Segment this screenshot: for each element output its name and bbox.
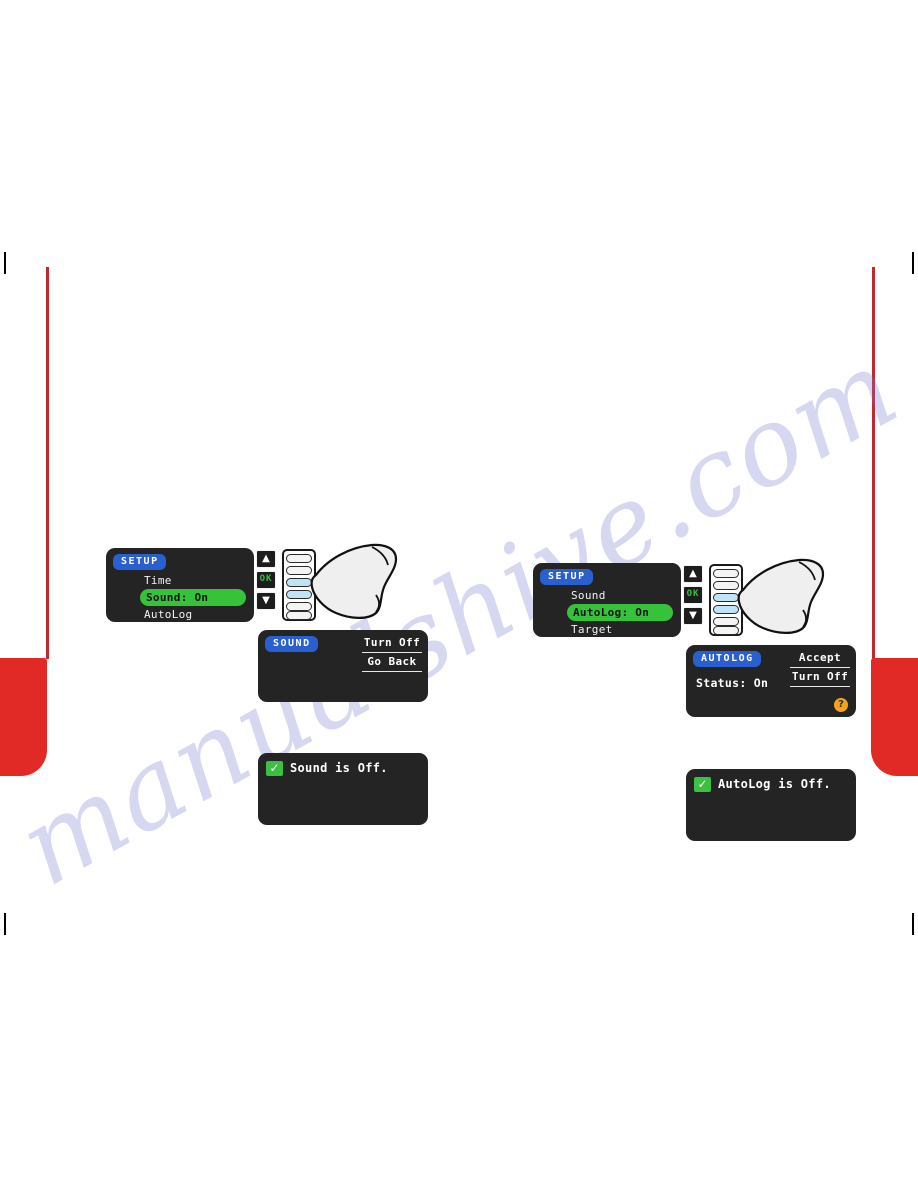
strip-slot — [286, 554, 312, 563]
left-setup-screen: SETUP Time Sound: On AutoLog — [106, 548, 254, 622]
menu-item-target[interactable]: Target — [567, 621, 673, 638]
red-rule-left — [46, 267, 49, 659]
strip-slot — [286, 602, 312, 611]
confirmation-message: AutoLog is Off. — [718, 777, 831, 791]
left-test-strip-port[interactable] — [282, 549, 316, 621]
left-key-column: ▲ OK ▼ — [256, 550, 276, 613]
crop-mark-bottom-right — [912, 913, 914, 935]
sound-confirmation-screen: ✓ Sound is Off. — [258, 753, 428, 825]
right-test-strip-port[interactable] — [709, 564, 743, 636]
turn-off-button[interactable]: Turn Off — [362, 634, 422, 653]
red-block-left — [0, 658, 47, 776]
screen-badge: SETUP — [540, 569, 593, 585]
right-key-column: ▲ OK ▼ — [683, 565, 703, 628]
menu-item-autolog[interactable]: AutoLog: On — [567, 604, 673, 621]
crop-mark-bottom-left — [4, 913, 6, 935]
autolog-status: Status: On — [696, 676, 769, 690]
setup-menu-list: Time Sound: On AutoLog — [140, 572, 246, 623]
strip-slot-active — [713, 593, 739, 602]
crop-mark-top-right — [912, 252, 914, 274]
screen-badge: SETUP — [113, 554, 166, 570]
crop-mark-top-left — [4, 252, 6, 274]
strip-slot — [286, 611, 312, 620]
go-back-button[interactable]: Go Back — [362, 653, 422, 672]
menu-item-sound[interactable]: Sound — [567, 587, 673, 604]
autolog-confirmation-screen: ✓ AutoLog is Off. — [686, 769, 856, 841]
strip-slot — [713, 569, 739, 578]
red-rule-right — [872, 267, 875, 659]
help-icon[interactable]: ? — [834, 698, 848, 712]
screen-badge: SOUND — [265, 636, 318, 652]
ok-button[interactable]: OK — [683, 586, 703, 604]
strip-slot-active — [286, 578, 312, 587]
down-arrow-icon[interactable]: ▼ — [256, 592, 276, 610]
ok-button[interactable]: OK — [256, 571, 276, 589]
confirmation-message: Sound is Off. — [290, 761, 388, 775]
screen-badge: AUTOLOG — [693, 651, 761, 667]
autolog-screen: AUTOLOG Status: On Accept Turn Off ? — [686, 645, 856, 717]
right-setup-screen: SETUP Sound AutoLog: On Target — [533, 563, 681, 637]
red-block-right — [871, 658, 918, 776]
strip-slot-active — [713, 605, 739, 614]
strip-slot — [286, 566, 312, 575]
menu-item-time[interactable]: Time — [140, 572, 246, 589]
sound-screen: SOUND Turn Off Go Back — [258, 630, 428, 702]
menu-item-sound[interactable]: Sound: On — [140, 589, 246, 606]
turn-off-button[interactable]: Turn Off — [790, 668, 850, 687]
up-arrow-icon[interactable]: ▲ — [256, 550, 276, 568]
strip-slot — [713, 626, 739, 635]
autolog-softkey-list: Accept Turn Off — [790, 649, 850, 687]
thumb-illustration — [737, 558, 825, 634]
up-arrow-icon[interactable]: ▲ — [683, 565, 703, 583]
setup-menu-list: Sound AutoLog: On Target — [567, 587, 673, 638]
manual-page: manualshive.com SETUP Time Sound: On Aut… — [0, 0, 918, 1188]
accept-button[interactable]: Accept — [790, 649, 850, 668]
strip-slot-active — [286, 590, 312, 599]
check-icon: ✓ — [694, 777, 711, 792]
strip-slot — [713, 617, 739, 626]
strip-slot — [713, 581, 739, 590]
down-arrow-icon[interactable]: ▼ — [683, 607, 703, 625]
sound-softkey-list: Turn Off Go Back — [362, 634, 422, 672]
thumb-illustration — [310, 543, 398, 619]
menu-item-autolog[interactable]: AutoLog — [140, 606, 246, 623]
check-icon: ✓ — [266, 761, 283, 776]
